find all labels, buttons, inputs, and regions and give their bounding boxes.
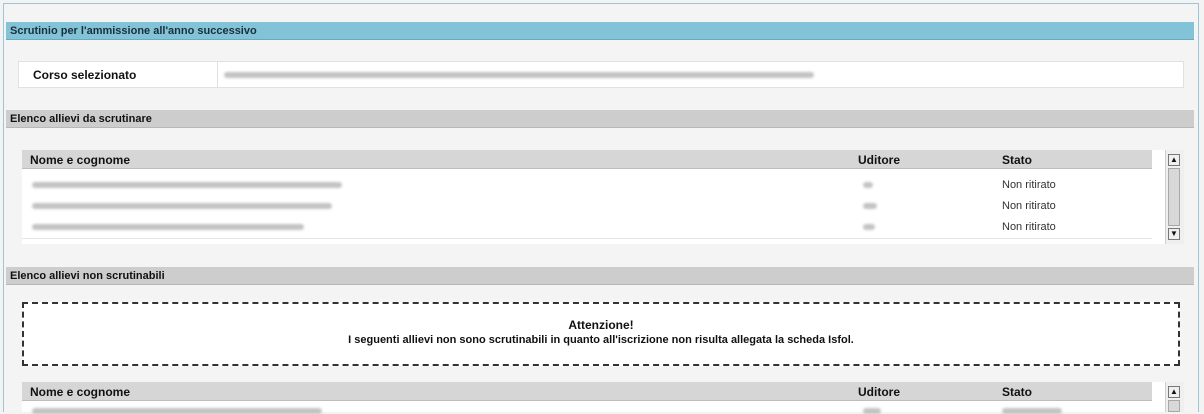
col-uditore[interactable]: Uditore bbox=[858, 385, 900, 399]
col-stato[interactable]: Stato bbox=[1002, 153, 1032, 167]
table-row[interactable]: Non ritirato bbox=[22, 217, 1152, 239]
row-stato: Non ritirato bbox=[1002, 221, 1056, 233]
table-header: Nome e cognome Uditore Stato bbox=[22, 382, 1152, 401]
row-name-blurred bbox=[32, 224, 304, 230]
scroll-up-icon[interactable]: ▲ bbox=[1168, 154, 1180, 166]
table-row[interactable]: Non ritirato bbox=[22, 175, 1152, 197]
row-uditore-blurred bbox=[863, 408, 881, 414]
row-uditore-blurred bbox=[863, 182, 873, 188]
col-nome[interactable]: Nome e cognome bbox=[30, 385, 130, 399]
warning-title: Attenzione! bbox=[568, 318, 634, 332]
section-header-non-scrutinabili: Elenco allievi non scrutinabili bbox=[6, 267, 1194, 285]
row-stato-blurred bbox=[1002, 408, 1062, 414]
corso-value-blurred bbox=[224, 72, 814, 78]
col-nome[interactable]: Nome e cognome bbox=[30, 153, 130, 167]
scroll-thumb[interactable] bbox=[1168, 168, 1180, 226]
table-scrollbar[interactable]: ▲ ▼ bbox=[1165, 150, 1184, 244]
scroll-thumb[interactable] bbox=[1168, 400, 1180, 412]
row-name-blurred bbox=[32, 182, 342, 188]
col-stato[interactable]: Stato bbox=[1002, 385, 1032, 399]
table-non-scrutinabili: Nome e cognome Uditore Stato ▲ bbox=[22, 382, 1184, 414]
row-uditore-blurred bbox=[863, 224, 875, 230]
table-row[interactable]: Non ritirato bbox=[22, 196, 1152, 218]
table-row[interactable] bbox=[22, 406, 1152, 414]
row-stato: Non ritirato bbox=[1002, 179, 1056, 191]
page-title: Scrutinio per l'ammissione all'anno succ… bbox=[6, 22, 1194, 40]
section-header-da-scrutinare: Elenco allievi da scrutinare bbox=[6, 110, 1194, 128]
corso-divider bbox=[217, 62, 218, 87]
scroll-down-icon[interactable]: ▼ bbox=[1168, 228, 1180, 240]
corso-selezionato-row: Corso selezionato bbox=[18, 61, 1184, 88]
corso-label: Corso selezionato bbox=[33, 68, 137, 82]
scroll-up-icon[interactable]: ▲ bbox=[1168, 386, 1180, 398]
table-header: Nome e cognome Uditore Stato bbox=[22, 150, 1152, 169]
table-da-scrutinare: Nome e cognome Uditore Stato Non ritirat… bbox=[22, 150, 1184, 244]
row-name-blurred bbox=[32, 203, 332, 209]
col-uditore[interactable]: Uditore bbox=[858, 153, 900, 167]
table-scrollbar[interactable]: ▲ bbox=[1165, 382, 1184, 412]
row-stato: Non ritirato bbox=[1002, 200, 1056, 212]
warning-box: Attenzione! I seguenti allievi non sono … bbox=[22, 302, 1180, 366]
warning-text: I seguenti allievi non sono scrutinabili… bbox=[348, 334, 854, 346]
row-uditore-blurred bbox=[863, 203, 877, 209]
row-name-blurred bbox=[32, 408, 322, 414]
